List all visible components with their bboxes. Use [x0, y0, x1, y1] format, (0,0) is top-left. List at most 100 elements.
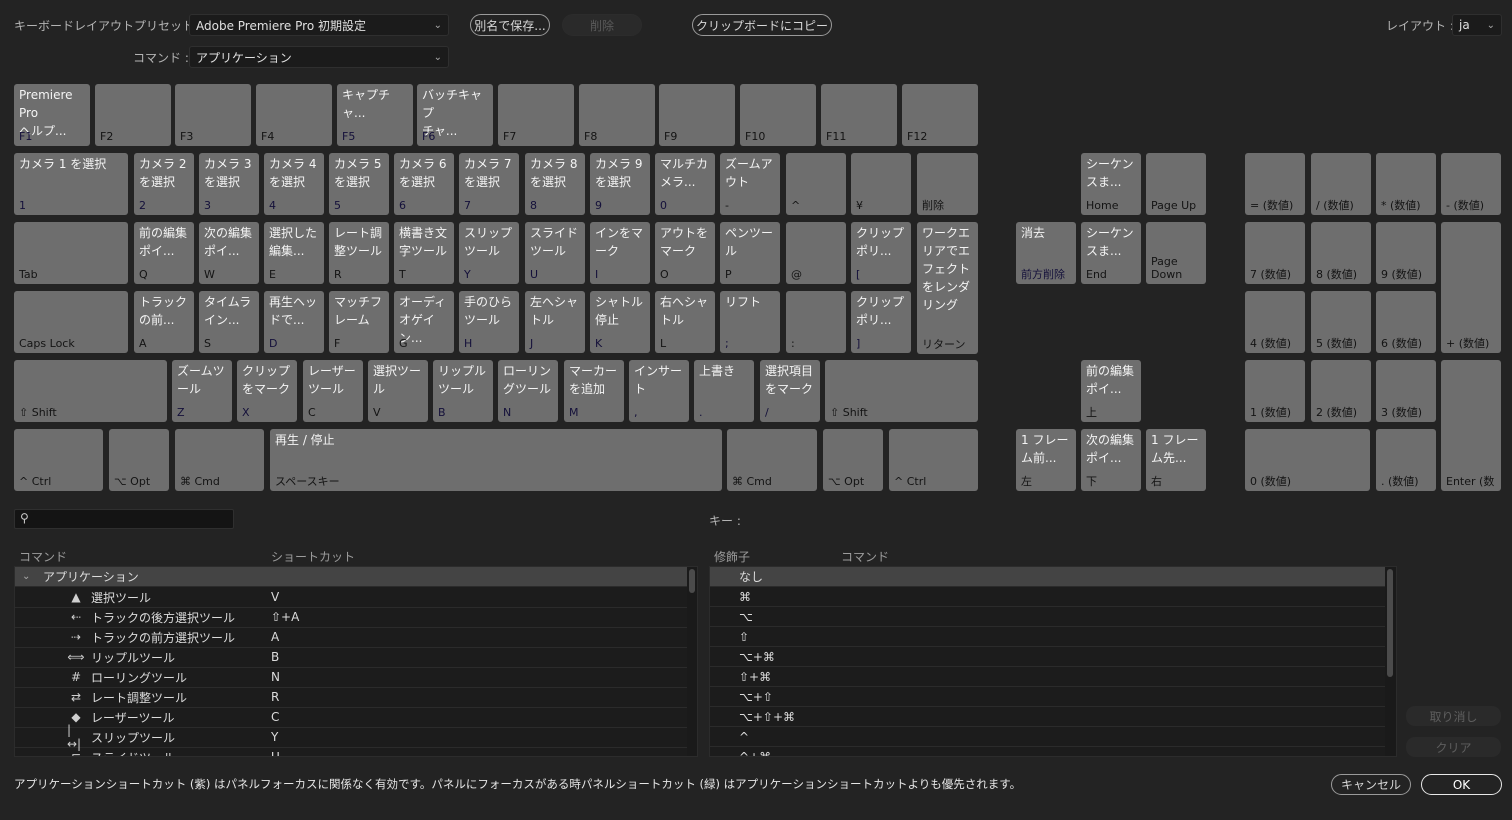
key-F2[interactable]: F2: [95, 84, 171, 146]
key-T[interactable]: 横書き文 字ツール T: [394, 222, 454, 284]
key-⌥-Opt[interactable]: ⌥ Opt: [109, 429, 169, 491]
key-5-(数値)[interactable]: 5 (数値): [1311, 291, 1371, 353]
key-A[interactable]: トラック の前... A: [134, 291, 194, 353]
command-shortcut[interactable]: N: [271, 670, 280, 684]
key-B[interactable]: リップル ツール B: [433, 360, 493, 422]
key-⌥-Opt[interactable]: ⌥ Opt: [823, 429, 883, 491]
modifier-row[interactable]: ⌘: [710, 587, 1385, 607]
command-row[interactable]: ⇄ レート調整ツール R: [15, 688, 687, 708]
key-E[interactable]: 選択した 編集... E: [264, 222, 324, 284]
preset-select[interactable]: Adobe Premiere Pro 初期設定 ⌄: [189, 14, 449, 36]
key-F10[interactable]: F10: [740, 84, 816, 146]
command-shortcut[interactable]: Y: [271, 730, 278, 744]
key-2-(数値)[interactable]: 2 (数値): [1311, 360, 1371, 422]
key-H[interactable]: 手のひら ツール H: [459, 291, 519, 353]
key-,[interactable]: インサー ト,: [629, 360, 689, 422]
key-Z[interactable]: ズームツ ール Z: [172, 360, 232, 422]
ok-button[interactable]: OK: [1421, 774, 1502, 795]
modifier-row[interactable]: なし: [710, 567, 1385, 587]
command-row[interactable]: ⇠ トラックの後方選択ツール ⇧+A: [15, 608, 687, 628]
delete-button[interactable]: 削除: [562, 14, 642, 36]
key-リターン[interactable]: ワークエ リアでエ フェクト をレンダ リング リターン: [917, 222, 978, 354]
key-^-Ctrl[interactable]: ^ Ctrl: [14, 429, 103, 491]
key-左[interactable]: 1 フレー ム前... 左: [1016, 429, 1076, 491]
command-select[interactable]: アプリケーション ⌄: [189, 46, 449, 68]
key-7-(数値)[interactable]: 7 (数値): [1245, 222, 1305, 284]
key-^[interactable]: ^: [786, 153, 846, 215]
modifier-row[interactable]: ⌥+⇧+⌘: [710, 707, 1385, 727]
command-row[interactable]: |↔| スリップツール Y: [15, 723, 687, 751]
modifier-row[interactable]: ^+⌘: [710, 747, 1385, 757]
key-9-(数値)[interactable]: 9 (数値): [1376, 222, 1436, 284]
key-1-(数値)[interactable]: 1 (数値): [1245, 360, 1305, 422]
key-¥[interactable]: ¥: [851, 153, 911, 215]
key-P[interactable]: ペンツー ル P: [720, 222, 780, 284]
key-0[interactable]: マルチカ メラ... 0: [655, 153, 715, 215]
modifier-row[interactable]: ⇧+⌘: [710, 667, 1385, 687]
key-X[interactable]: クリップ をマーク X: [237, 360, 297, 422]
key-/[interactable]: 選択項目 をマーク /: [760, 360, 820, 422]
copy-to-clipboard-button[interactable]: クリップボードにコピー: [692, 14, 832, 36]
key-F11[interactable]: F11: [821, 84, 897, 146]
key-W[interactable]: 次の編集 ポイ... W: [199, 222, 259, 284]
key-N[interactable]: ローリン グツール N: [498, 360, 558, 422]
key-R[interactable]: レート調 整ツール R: [329, 222, 389, 284]
key-上[interactable]: 前の編集 ポイ... 上: [1081, 360, 1141, 422]
command-row[interactable]: # ローリングツール N: [15, 668, 687, 688]
key-⇧-Shift[interactable]: ⇧ Shift: [14, 360, 167, 422]
command-shortcut[interactable]: U: [271, 750, 280, 756]
key-V[interactable]: 選択ツー ル V: [368, 360, 428, 422]
key-F8[interactable]: F8: [579, 84, 655, 146]
chevron-down-icon[interactable]: ⌄: [22, 571, 38, 582]
clear-button[interactable]: クリア: [1406, 737, 1501, 757]
key-][interactable]: クリップ ポリ...]: [851, 291, 911, 353]
key-Y[interactable]: スリップ ツール Y: [459, 222, 519, 284]
modifier-row[interactable]: ⌥+⌘: [710, 647, 1385, 667]
key-F12[interactable]: F12: [902, 84, 978, 146]
key-C[interactable]: レーザー ツール C: [303, 360, 363, 422]
key-2[interactable]: カメラ 2 を選択 2: [134, 153, 194, 215]
commands-scrollbar[interactable]: [687, 567, 697, 756]
command-row[interactable]: ⟺ リップルツール B: [15, 648, 687, 668]
key-Page-Down[interactable]: Page Down: [1146, 222, 1206, 284]
key-L[interactable]: 右へシャ トル L: [655, 291, 715, 353]
key--[interactable]: ズームア ウト -: [720, 153, 780, 215]
layout-select[interactable]: ja ⌄: [1452, 14, 1502, 36]
key-G[interactable]: オーディ オゲイン... G: [394, 291, 454, 353]
modifier-row[interactable]: ⌥: [710, 607, 1385, 627]
key-^-Ctrl[interactable]: ^ Ctrl: [889, 429, 978, 491]
key-6-(数値)[interactable]: 6 (数値): [1376, 291, 1436, 353]
col-header-command[interactable]: コマンド: [19, 548, 67, 565]
key-Enter-(数[interactable]: Enter (数: [1441, 360, 1501, 491]
commands-scroll-thumb[interactable]: [689, 569, 695, 593]
col-header-shortcut[interactable]: ショートカット: [271, 548, 355, 565]
key-:[interactable]: :: [786, 291, 846, 353]
key-⇧-Shift[interactable]: ⇧ Shift: [825, 360, 978, 422]
key-⌘-Cmd[interactable]: ⌘ Cmd: [175, 429, 264, 491]
key-9[interactable]: カメラ 9 を選択 9: [590, 153, 650, 215]
key-7[interactable]: カメラ 7 を選択 7: [459, 153, 519, 215]
key-Caps-Lock[interactable]: Caps Lock: [14, 291, 128, 353]
key-Page-Up[interactable]: Page Up: [1146, 153, 1206, 215]
search-field[interactable]: ⚲: [14, 509, 234, 529]
key-[[interactable]: クリップ ポリ... [: [851, 222, 911, 284]
key-F4[interactable]: F4: [256, 84, 332, 146]
key-3-(数値)[interactable]: 3 (数値): [1376, 360, 1436, 422]
key---(数値)[interactable]: - (数値): [1441, 153, 1501, 215]
key-M[interactable]: マーカー を追加 M: [564, 360, 624, 422]
key-Q[interactable]: 前の編集 ポイ... Q: [134, 222, 194, 284]
key-.-(数値)[interactable]: . (数値): [1376, 429, 1436, 491]
key-5[interactable]: カメラ 5 を選択 5: [329, 153, 389, 215]
command-shortcut[interactable]: ⇧+A: [271, 610, 299, 624]
key-6[interactable]: カメラ 6 を選択 6: [394, 153, 454, 215]
col-header-modifier[interactable]: 修飾子: [714, 548, 750, 565]
key-3[interactable]: カメラ 3 を選択 3: [199, 153, 259, 215]
save-as-button[interactable]: 別名で保存...: [470, 14, 550, 36]
key-D[interactable]: 再生ヘッ ドで... D: [264, 291, 324, 353]
key-Home[interactable]: シーケン スま... Home: [1081, 153, 1141, 215]
key-O[interactable]: アウトを マーク O: [655, 222, 715, 284]
key-4[interactable]: カメラ 4 を選択 4: [264, 153, 324, 215]
key-下[interactable]: 次の編集 ポイ... 下: [1081, 429, 1141, 491]
key-U[interactable]: スライド ツール U: [525, 222, 585, 284]
key-F6[interactable]: バッチキャプ チャ... F6: [417, 84, 493, 146]
